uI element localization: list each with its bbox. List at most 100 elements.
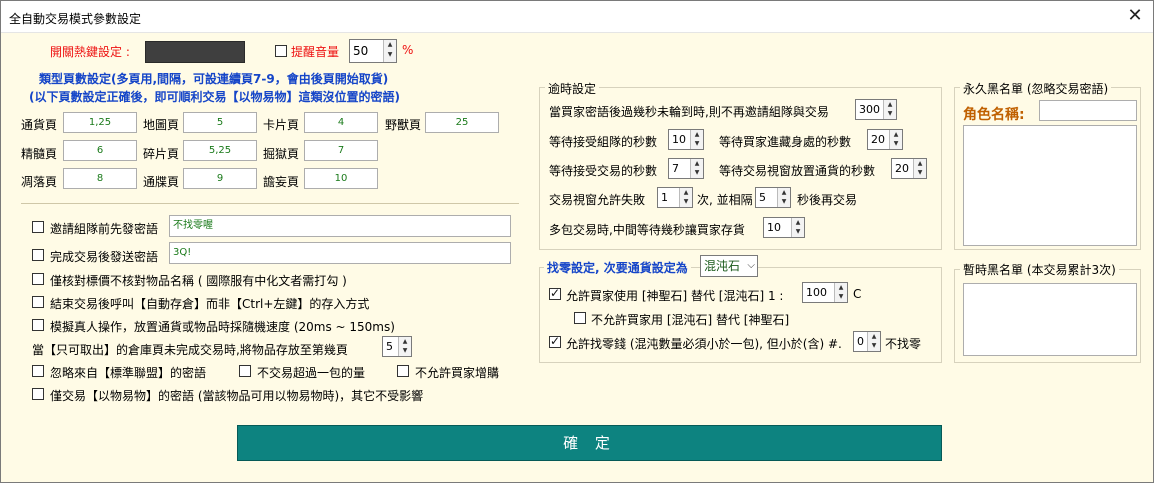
settings-window: 全自動交易模式參數設定 ✕ 開關熱鍵設定 : 提醒音量 50 ▲ ▼ % 類型頁數… [0, 0, 1154, 483]
invite-timeout-stepper[interactable]: 300 ▲ ▼ [855, 99, 897, 120]
spin-arrows-icon[interactable]: ▲ ▼ [867, 332, 880, 351]
price-only-label: 僅核對標價不核對物品名稱 ( 國際服有中化文者需打勾 ) [50, 274, 347, 288]
spin-arrows-icon[interactable]: ▲ ▼ [690, 130, 703, 149]
accept-trade-stepper[interactable]: 7 ▲ ▼ [668, 158, 704, 179]
page-settings-subtitle: (以下頁數設定正確後，即可順利交易【以物易物】這類沒位置的密語) [29, 90, 400, 104]
fail-mid-label: 次, 並相隔 [697, 193, 753, 207]
page-label: 碎片頁 [143, 147, 180, 161]
spin-arrows-icon[interactable]: ▲ ▼ [398, 337, 411, 356]
page-label: 譫妄頁 [263, 175, 300, 189]
allow-change-stepper[interactable]: 0 ▲ ▼ [853, 331, 881, 352]
accept-trade-label: 等待接受交易的秒數 [549, 164, 658, 178]
spin-arrows-icon[interactable]: ▲ ▼ [383, 40, 396, 62]
ignore-standard-label: 忽略來自【標準聯盟】的密語 [50, 366, 207, 380]
title-bar: 全自動交易模式參數設定 ✕ [1, 1, 1153, 33]
allow-change-checkbox[interactable] [549, 334, 561, 348]
spin-arrows-icon[interactable]: ▲ ▼ [679, 188, 692, 207]
barter-only-label: 僅交易【以物易物】的密語 (當該物品可用以物易物時)，其它不受影響 [50, 389, 424, 403]
role-name-input[interactable] [1039, 100, 1137, 121]
invite-timeout-label: 當買家密語後過幾秒未輪到時,則不再邀請組隊與交易 [549, 105, 829, 119]
accept-party-stepper[interactable]: 10 ▲ ▼ [668, 129, 704, 150]
invite-timeout-value: 300 [859, 103, 880, 116]
volume-checkbox[interactable] [275, 45, 287, 57]
complete-whisper-checkbox[interactable] [32, 249, 44, 261]
page-input[interactable]: 5,25 [183, 140, 257, 161]
spin-arrows-icon[interactable]: ▲ ▼ [889, 130, 902, 149]
role-name-label: 角色名稱: [963, 107, 1025, 123]
barter-only-checkbox[interactable] [32, 388, 44, 400]
complete-whisper-input[interactable]: 3Q! [169, 242, 511, 264]
spin-arrows-icon[interactable]: ▲ ▼ [883, 100, 896, 119]
page-label: 卡片頁 [263, 118, 300, 132]
invite-whisper-checkbox[interactable] [32, 221, 44, 233]
move-page-value: 5 [386, 340, 393, 353]
page-label: 通貨頁 [21, 118, 58, 132]
no-over-pack-checkbox[interactable] [239, 365, 251, 377]
complete-whisper-label: 完成交易後發送密語 [50, 250, 159, 264]
spin-arrows-icon[interactable]: ▲ ▼ [791, 218, 804, 237]
no-buyer-add-checkbox[interactable] [397, 365, 409, 377]
page-input[interactable]: 4 [304, 112, 378, 133]
fail-prefix-label: 交易視窗允許失敗 [549, 193, 646, 207]
page-label: 野獸頁 [385, 118, 422, 132]
hotkey-field[interactable] [145, 41, 245, 63]
accept-party-label: 等待接受組隊的秒數 [549, 135, 658, 149]
enter-hideout-stepper[interactable]: 20 ▲ ▼ [867, 129, 903, 150]
spin-arrows-icon[interactable]: ▲ ▼ [913, 159, 926, 178]
allow-sub-checkbox[interactable] [549, 286, 561, 300]
page-input[interactable]: 10 [304, 168, 378, 189]
allow-sub-stepper[interactable]: 100 ▲ ▼ [802, 282, 848, 303]
allow-sub-label: 允許買家使用 [神聖石] 替代 [混沌石] 1 : [566, 289, 784, 303]
multi-pack-stepper[interactable]: 10 ▲ ▼ [763, 217, 805, 238]
page-label: 精髓頁 [21, 147, 58, 161]
page-input[interactable]: 1,25 [63, 112, 137, 133]
spin-arrows-icon[interactable]: ▲ ▼ [834, 283, 847, 302]
allow-sub-value: 100 [806, 286, 827, 299]
spin-arrows-icon[interactable]: ▲ ▼ [690, 159, 703, 178]
divider [21, 203, 519, 204]
fail-gap-value: 5 [759, 191, 766, 204]
fail-count-value: 1 [661, 191, 668, 204]
page-input[interactable]: 7 [304, 140, 378, 161]
currency-select[interactable]: 混沌石 ⌵ [700, 255, 758, 277]
page-input[interactable]: 8 [63, 168, 137, 189]
human-sim-checkbox[interactable] [32, 319, 44, 331]
page-label: 掘獄頁 [263, 147, 300, 161]
currency-value: 混沌石 [704, 259, 741, 273]
invite-whisper-input[interactable]: 不找零喔 [169, 215, 511, 237]
volume-label: 提醒音量 [291, 45, 340, 59]
price-only-checkbox[interactable] [32, 273, 44, 285]
temp-blacklist-list[interactable] [963, 283, 1137, 356]
place-currency-stepper[interactable]: 20 ▲ ▼ [891, 158, 927, 179]
multi-pack-label: 多包交易時,中間等待幾秒讓買家存貨 [549, 223, 745, 237]
fail-count-stepper[interactable]: 1 ▲ ▼ [657, 187, 693, 208]
permanent-blacklist-list[interactable] [963, 125, 1137, 246]
allow-change-label: 允許找零錢 (混沌數量必須小於一包), 但小於(含) #. [566, 337, 842, 351]
close-icon[interactable]: ✕ [1123, 5, 1147, 29]
place-currency-value: 20 [895, 162, 909, 175]
auto-store-checkbox[interactable] [32, 296, 44, 308]
permanent-blacklist-title: 永久黑名單 (忽略交易密語) [960, 80, 1112, 97]
temp-blacklist-title: 暫時黑名單 (本交易累計3次) [960, 261, 1119, 278]
fail-suffix-label: 秒後再交易 [797, 193, 858, 207]
ignore-standard-checkbox[interactable] [32, 365, 44, 377]
fail-gap-stepper[interactable]: 5 ▲ ▼ [755, 187, 791, 208]
page-input[interactable]: 9 [183, 168, 257, 189]
allow-sub-unit: C [853, 287, 862, 301]
move-page-stepper[interactable]: 5 ▲ ▼ [382, 336, 412, 357]
no-over-pack-label: 不交易超過一包的量 [257, 366, 366, 380]
page-input[interactable]: 5 [183, 112, 257, 133]
place-currency-label: 等待交易視窗放置通貨的秒數 [719, 164, 876, 178]
page-input[interactable]: 25 [425, 112, 499, 133]
page-input[interactable]: 6 [63, 140, 137, 161]
spin-arrows-icon[interactable]: ▲ ▼ [777, 188, 790, 207]
volume-unit: % [402, 43, 414, 57]
allow-change-suffix: 不找零 [885, 337, 922, 351]
human-sim-label: 模擬真人操作，放置通貨或物品時採隨機速度 (20ms ~ 150ms) [50, 320, 395, 334]
confirm-button[interactable]: 確 定 [237, 425, 942, 461]
volume-stepper[interactable]: 50 ▲ ▼ [349, 39, 397, 63]
volume-value: 50 [353, 44, 369, 58]
window-title: 全自動交易模式參數設定 [9, 12, 142, 26]
disallow-reverse-checkbox[interactable] [574, 312, 586, 324]
change-title: 找零設定, 次要通貨設定為 [544, 259, 691, 276]
